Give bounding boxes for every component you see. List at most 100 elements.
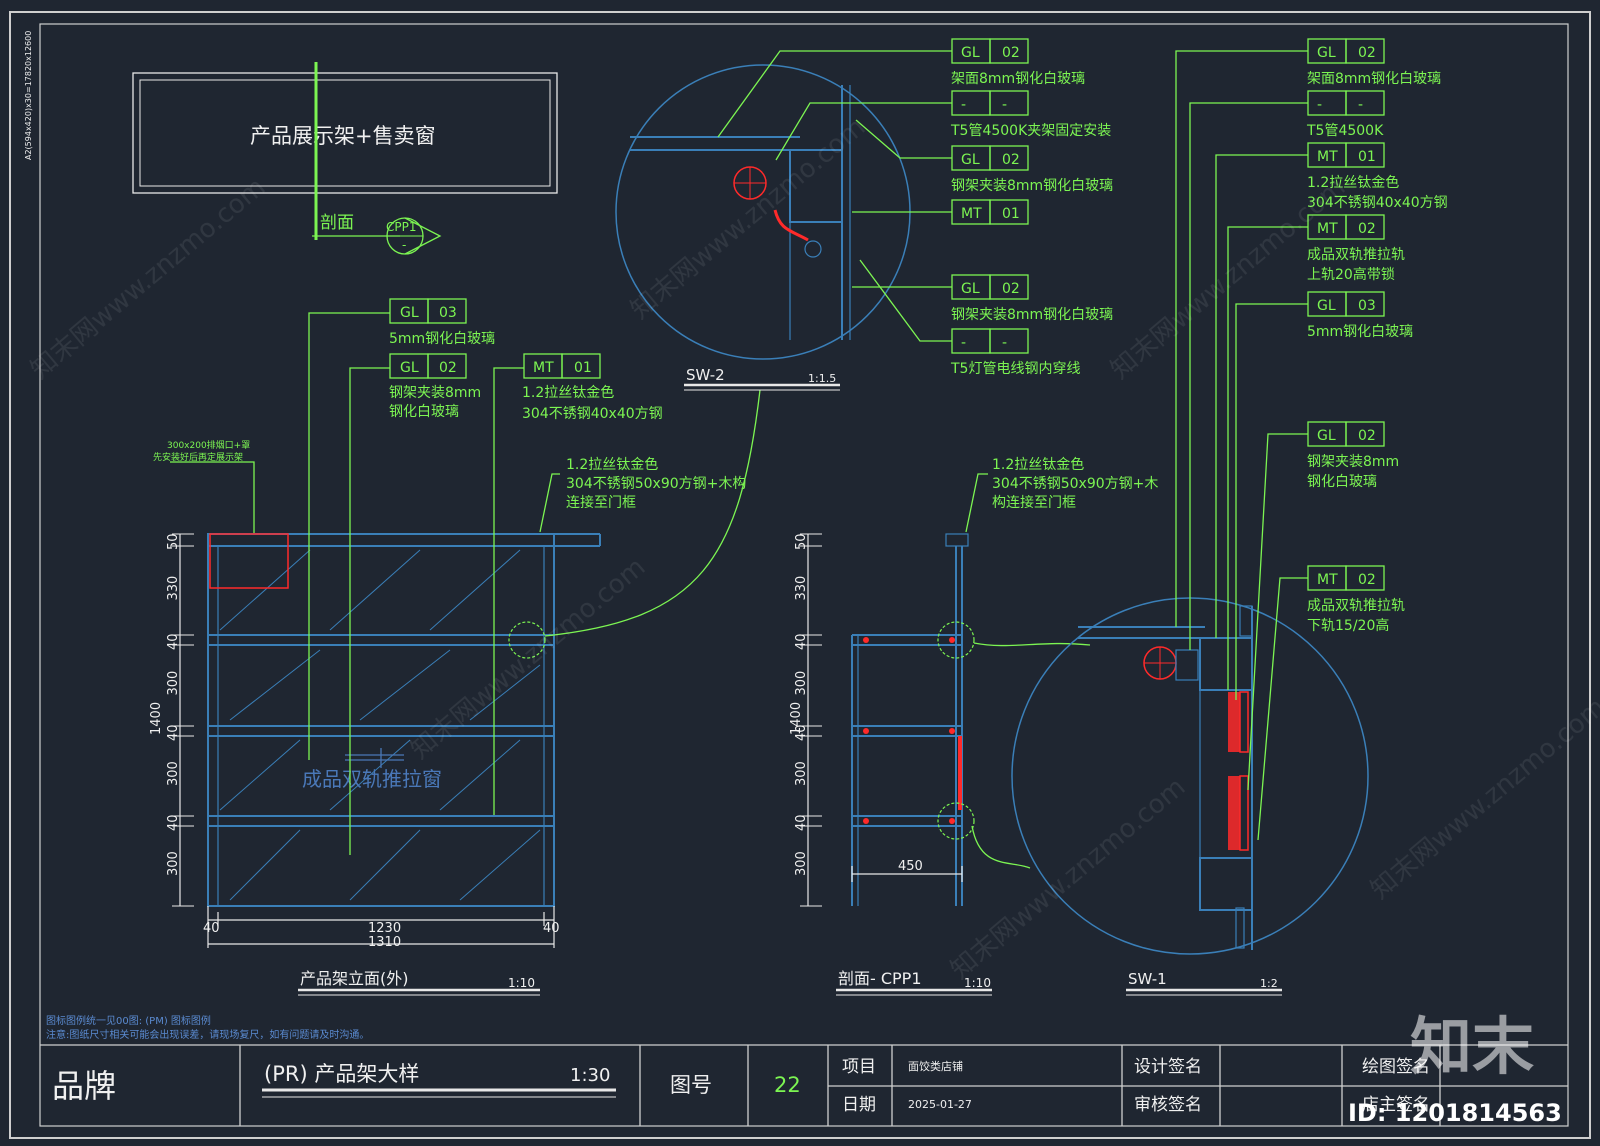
- project-label: 项目: [842, 1057, 876, 1077]
- watermark-id: ID: 1201814563: [1348, 1099, 1562, 1127]
- svg-text:-: -: [1002, 97, 1007, 113]
- sw1-callout-4: GL 03 5mm钢化白玻璃: [1235, 291, 1413, 700]
- drawing-scale: 1:30: [570, 1065, 610, 1086]
- svg-text:GL: GL: [961, 45, 980, 61]
- svg-text:先安装好后再定展示架: 先安装好后再定展示架: [153, 451, 243, 463]
- sliding-window-label: 成品双轨推拉窗: [302, 767, 442, 791]
- svg-text:GL: GL: [961, 281, 980, 297]
- svg-text:下轨15/20高: 下轨15/20高: [1307, 617, 1389, 634]
- svg-text:03: 03: [439, 305, 457, 321]
- sw1-callout-2: MT 011.2拉丝钛金色304不锈钢40x40方钢: [1215, 142, 1448, 638]
- svg-text:-: -: [402, 238, 406, 252]
- sw2-title: SW-2: [686, 366, 725, 384]
- brand-label: 品牌: [52, 1067, 116, 1105]
- svg-text:构连接至门框: 构连接至门框: [992, 494, 1076, 511]
- plan-title: 产品展示架+售卖窗: [250, 124, 436, 148]
- section-dim-7: 300: [794, 851, 809, 876]
- svg-text:GL: GL: [1317, 298, 1336, 314]
- svg-text:300x200排烟口+罩: 300x200排烟口+罩: [167, 439, 250, 451]
- sw1-glass-lower: [1228, 776, 1240, 850]
- svg-text:GL: GL: [1317, 428, 1336, 444]
- svg-text:T5管4500K: T5管4500K: [1306, 123, 1384, 139]
- drawing-no-label: 图号: [670, 1073, 712, 1097]
- detail-sw2: SW-2 1:1.5: [615, 64, 911, 391]
- date-label: 日期: [842, 1095, 876, 1115]
- svg-text:1.2拉丝钛金色: 1.2拉丝钛金色: [992, 456, 1084, 473]
- elevation-dim-7: 300: [166, 851, 181, 876]
- section-dim-2: 40: [794, 633, 809, 650]
- svg-text:02: 02: [1358, 572, 1376, 588]
- elevation-scale: 1:10: [508, 976, 535, 990]
- svg-text:知末网www.znzmo.com: 知末网www.znzmo.com: [405, 552, 651, 765]
- section-title: 剖面- CPP1: [838, 969, 922, 988]
- elevation-vent-note: 300x200排烟口+罩 先安装好后再定展示架: [153, 439, 255, 533]
- title-block: 品牌 (PR) 产品架大样 1:30 图号 22 项目 面饺类店铺 日期 202…: [40, 1044, 1568, 1126]
- sheet-size-note: A2(594x420)x30=17820x12600: [24, 31, 33, 160]
- sw2-callout-3: MT 01: [852, 199, 1029, 225]
- elevation-dim-3: 300: [166, 671, 181, 696]
- svg-text:钢架夹装8mm: 钢架夹装8mm: [1307, 454, 1399, 470]
- svg-text:MT: MT: [1317, 149, 1338, 165]
- sw1-callouts: GL 02架面8mm钢化白玻璃- -T5管4500KMT 011.2拉丝钛金色304不…: [1175, 38, 1448, 841]
- svg-text:钢化白玻璃: 钢化白玻璃: [1307, 473, 1377, 490]
- design-sign-label: 设计签名: [1134, 1057, 1202, 1077]
- section-beam-note: 1.2拉丝钛金色 304不锈钢50x90方钢+木 构连接至门框: [965, 456, 1158, 533]
- svg-text:GL: GL: [400, 305, 419, 321]
- elevation-dim-4: 40: [166, 724, 181, 741]
- svg-text:1.2拉丝钛金色: 1.2拉丝钛金色: [522, 384, 614, 401]
- svg-text:1230: 1230: [368, 921, 401, 936]
- svg-text:02: 02: [1358, 428, 1376, 444]
- section-dim-3: 300: [794, 671, 809, 696]
- svg-text:T5灯管电线钢内穿线: T5灯管电线钢内穿线: [950, 361, 1080, 377]
- svg-text:GL: GL: [961, 152, 980, 168]
- svg-text:T5管4500K夹架固定安装: T5管4500K夹架固定安装: [950, 123, 1111, 139]
- svg-text:1.2拉丝钛金色: 1.2拉丝钛金色: [566, 456, 658, 473]
- section-dim-1: 330: [794, 576, 809, 601]
- svg-text:304不锈钢50x90方钢+木构: 304不锈钢50x90方钢+木构: [566, 476, 746, 492]
- elevation-title: 产品架立面(外): [300, 969, 409, 988]
- elevation-dim-5: 300: [166, 761, 181, 786]
- section-depth: 450: [898, 859, 923, 874]
- svg-text:01: 01: [574, 360, 592, 376]
- svg-text:01: 01: [1358, 149, 1376, 165]
- svg-text:架面8mm钢化白玻璃: 架面8mm钢化白玻璃: [951, 70, 1085, 87]
- svg-text:知末网www.znzmo.com: 知末网www.znzmo.com: [625, 112, 871, 325]
- sw1-scale: 1:2: [1260, 977, 1278, 990]
- svg-text:钢架夹装8mm钢化白玻璃: 钢架夹装8mm钢化白玻璃: [951, 177, 1113, 194]
- svg-text:304不锈钢50x90方钢+木: 304不锈钢50x90方钢+木: [992, 476, 1158, 492]
- section-dim-0: 50: [794, 533, 809, 550]
- sw1-title: SW-1: [1128, 970, 1167, 988]
- elevation-drawing: 50330403004030040300 1400 成品双轨推拉窗 GL 03 …: [149, 298, 761, 996]
- section-total-height: 1400: [789, 702, 804, 735]
- svg-text:-: -: [961, 97, 966, 113]
- svg-text:上轨20高带锁: 上轨20高带锁: [1307, 266, 1395, 283]
- svg-text:知末网www.znzmo.com: 知末网www.znzmo.com: [1365, 692, 1600, 905]
- project-value: 面饺类店铺: [908, 1059, 963, 1073]
- svg-text:-: -: [1002, 335, 1007, 351]
- elevation-frame: [207, 533, 555, 907]
- sw2-scale: 1:1.5: [808, 372, 836, 385]
- drawing-no: 22: [774, 1073, 801, 1097]
- detail-sw1: SW-1 1:2: [1011, 597, 1369, 996]
- section-dim-5: 300: [794, 761, 809, 786]
- svg-text:-: -: [961, 335, 966, 351]
- svg-text:-: -: [1358, 97, 1363, 113]
- svg-text:1310: 1310: [368, 935, 401, 950]
- svg-text:GL: GL: [1317, 45, 1336, 61]
- svg-text:40: 40: [543, 921, 560, 936]
- svg-text:03: 03: [1358, 298, 1376, 314]
- svg-text:MT: MT: [1317, 572, 1338, 588]
- sw1-glass-upper: [1228, 692, 1240, 752]
- sw2-callout-4: GL 02 钢架夹装8mm钢化白玻璃: [852, 274, 1113, 323]
- svg-text:5mm钢化白玻璃: 5mm钢化白玻璃: [389, 330, 495, 347]
- svg-text:-: -: [1317, 97, 1322, 113]
- svg-text:40: 40: [203, 921, 220, 936]
- section-cut-label: 剖面: [320, 213, 354, 233]
- svg-text:MT: MT: [1317, 221, 1338, 237]
- elevation-total-height: 1400: [149, 702, 164, 735]
- svg-text:成品双轨推拉轨: 成品双轨推拉轨: [1307, 598, 1405, 614]
- section-dim-6: 40: [794, 814, 809, 831]
- svg-text:MT: MT: [961, 206, 982, 222]
- svg-text:02: 02: [1002, 281, 1020, 297]
- svg-text:02: 02: [1358, 221, 1376, 237]
